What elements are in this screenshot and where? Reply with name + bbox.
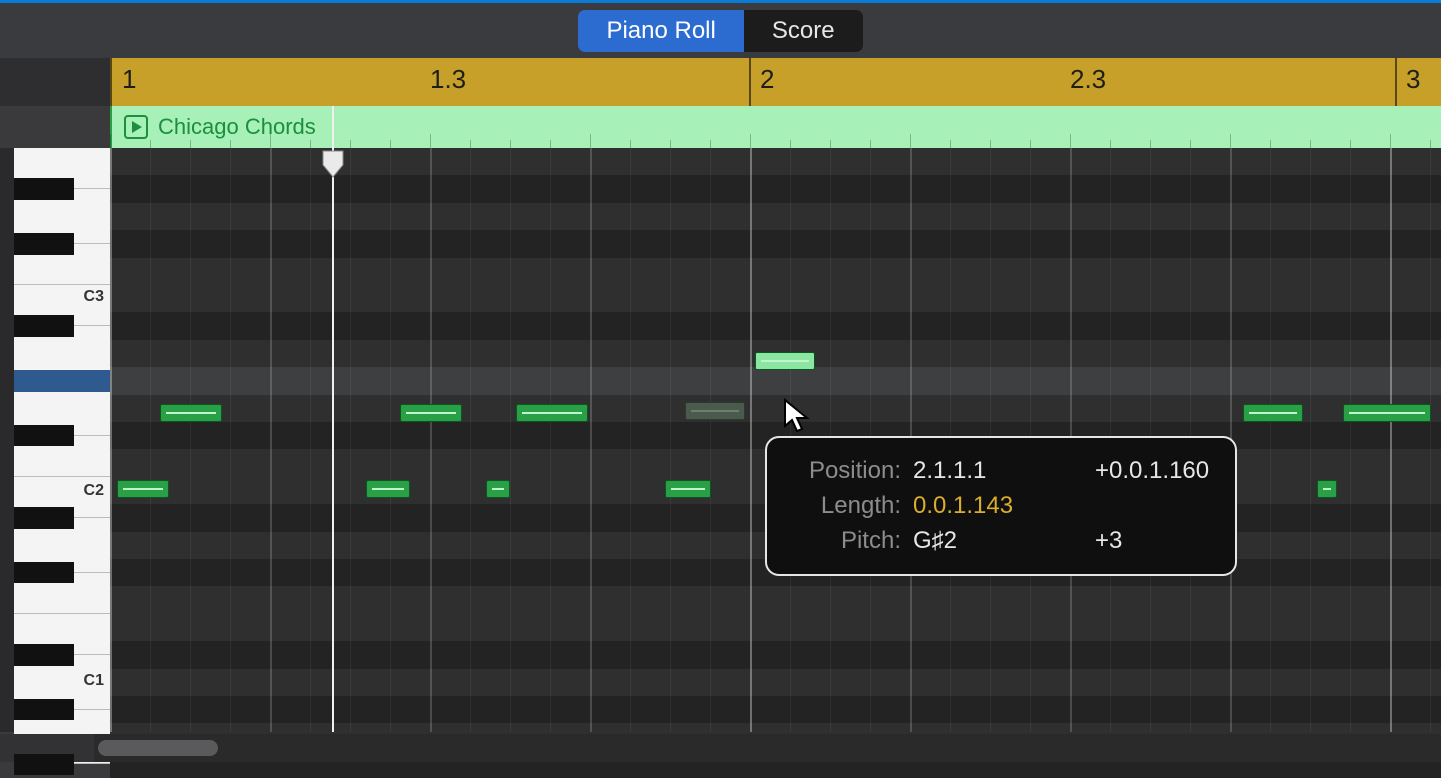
piano-keyboard[interactable]: C3C2C1 xyxy=(0,148,110,732)
black-key[interactable] xyxy=(14,754,74,775)
black-key[interactable] xyxy=(14,507,74,528)
midi-note[interactable] xyxy=(366,480,410,498)
region-name: Chicago Chords xyxy=(158,114,316,140)
ruler-left-gap xyxy=(0,58,110,106)
black-key[interactable] xyxy=(14,315,74,336)
grid-line xyxy=(630,148,631,732)
midi-note[interactable] xyxy=(755,352,815,370)
ruler-tick xyxy=(110,58,112,106)
midi-note[interactable] xyxy=(160,404,222,422)
tooltip-position-delta: +0.0.1.160 xyxy=(1095,454,1209,489)
midi-note[interactable] xyxy=(117,480,169,498)
timeline-ruler[interactable]: 1 1.3 2 2.3 3 xyxy=(110,58,1441,106)
grid-line xyxy=(1310,148,1311,732)
grid-line xyxy=(750,148,752,732)
black-key[interactable] xyxy=(14,233,74,254)
grid-line xyxy=(670,148,671,732)
tooltip-position-value: 2.1.1.1 xyxy=(913,454,1033,489)
grid-line xyxy=(590,148,592,732)
key-label: C1 xyxy=(84,672,104,730)
midi-note[interactable] xyxy=(1317,480,1337,498)
black-key[interactable] xyxy=(14,178,74,199)
tab-score[interactable]: Score xyxy=(744,10,863,52)
grid-line xyxy=(190,148,191,732)
midi-note[interactable] xyxy=(486,480,510,498)
keyboard-left-strip xyxy=(0,148,14,732)
grid-line xyxy=(1270,148,1271,732)
tooltip-length-value: 0.0.1.143 xyxy=(913,489,1033,524)
horizontal-scroll-thumb[interactable] xyxy=(98,740,218,756)
ruler-tick xyxy=(1395,58,1397,106)
horizontal-scrollbar[interactable] xyxy=(94,734,1441,762)
grid-line xyxy=(230,148,231,732)
playhead-marker-icon[interactable] xyxy=(321,149,345,179)
tooltip-length-label: Length: xyxy=(793,489,901,524)
ruler-label: 1.3 xyxy=(430,64,466,95)
grid-line xyxy=(550,148,551,732)
grid-line xyxy=(470,148,471,732)
midi-note[interactable] xyxy=(1343,404,1431,422)
midi-note[interactable] xyxy=(665,480,711,498)
grid-line xyxy=(390,148,391,732)
tooltip-pitch-delta: +3 xyxy=(1095,524,1122,559)
black-key[interactable] xyxy=(14,699,74,720)
play-icon[interactable] xyxy=(124,115,148,139)
midi-note[interactable] xyxy=(685,402,745,420)
top-toolbar: Piano Roll Score xyxy=(0,0,1441,58)
ruler-label: 2 xyxy=(760,64,774,95)
grid-line xyxy=(510,148,511,732)
midi-note[interactable] xyxy=(400,404,462,422)
tooltip-position-label: Position: xyxy=(793,454,901,489)
grid-line xyxy=(270,148,272,732)
ruler-label: 1 xyxy=(122,64,136,95)
grid-line xyxy=(1390,148,1392,732)
editor-area: 1 1.3 2 2.3 3 Chicago Chords C3C2C1 Posi… xyxy=(0,58,1441,762)
grid-line xyxy=(1350,148,1351,732)
region-header[interactable]: Chicago Chords xyxy=(110,106,1441,148)
midi-note[interactable] xyxy=(1243,404,1303,422)
tooltip-pitch-label: Pitch: xyxy=(793,524,901,559)
ruler-label: 3 xyxy=(1406,64,1420,95)
grid-line xyxy=(1430,148,1431,732)
tooltip-pitch-value: G♯2 xyxy=(913,524,1033,559)
tab-piano-roll[interactable]: Piano Roll xyxy=(578,10,743,52)
grid-line xyxy=(430,148,432,732)
ruler-label: 2.3 xyxy=(1070,64,1106,95)
black-key[interactable] xyxy=(14,425,74,446)
black-key[interactable] xyxy=(14,562,74,583)
black-key[interactable] xyxy=(14,644,74,665)
playhead[interactable] xyxy=(332,106,334,732)
editor-tab-group: Piano Roll Score xyxy=(578,10,862,52)
grid-line xyxy=(150,148,151,732)
grid-line xyxy=(350,148,351,732)
note-tooltip: Position: 2.1.1.1 +0.0.1.160 Length: 0.0… xyxy=(765,436,1237,576)
ruler-tick xyxy=(749,58,751,106)
midi-note[interactable] xyxy=(516,404,588,422)
grid-line xyxy=(710,148,711,732)
grid-line xyxy=(310,148,311,732)
grid-line xyxy=(110,148,112,732)
